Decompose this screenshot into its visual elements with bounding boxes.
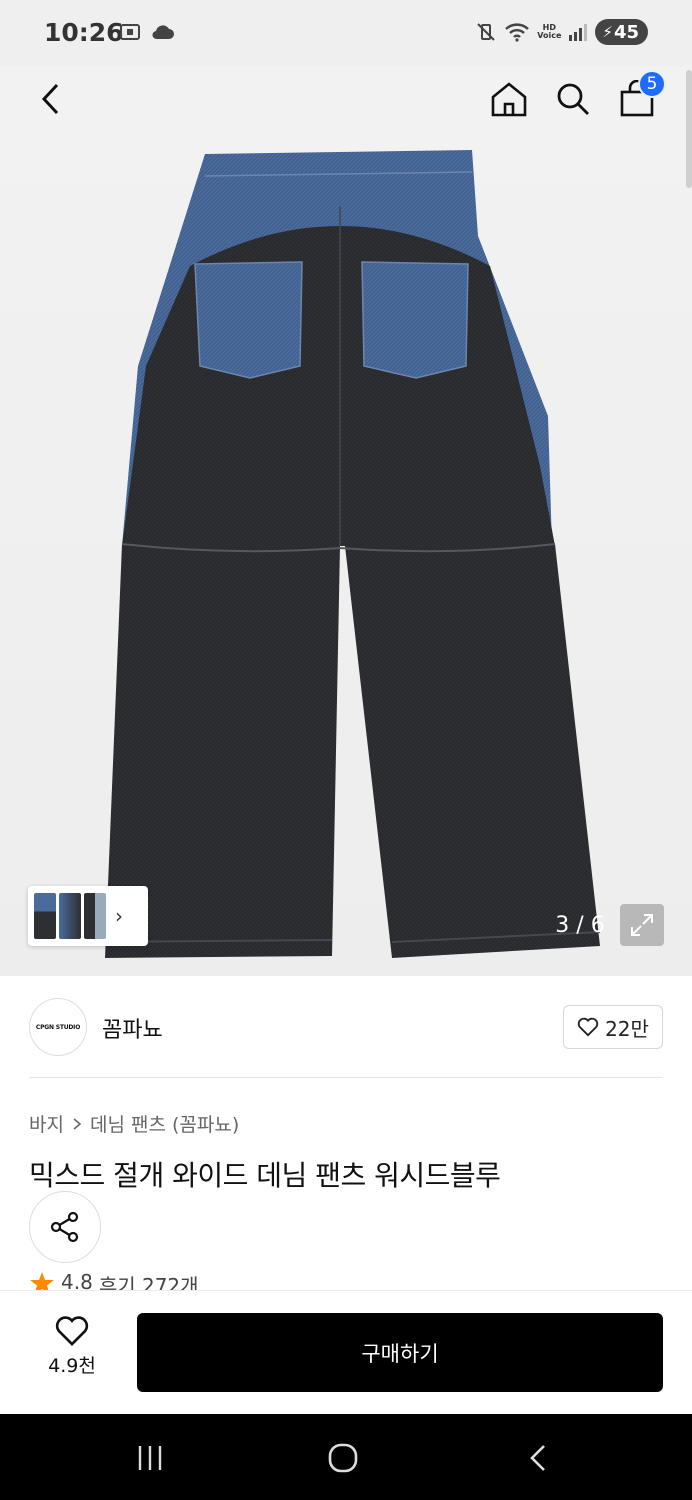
share-icon (50, 1211, 79, 1243)
rating-row[interactable]: 4.8 후기 272개 (29, 1270, 199, 1290)
brand-like-count: 22만 (605, 1016, 649, 1041)
back-system-button[interactable] (508, 1436, 568, 1480)
product-title: 믹스드 절개 와이드 데님 팬츠 워시드블루 (29, 1159, 501, 1192)
home-icon (491, 82, 527, 117)
thumbnail-strip-button[interactable]: › (28, 886, 148, 946)
cloud-icon (152, 25, 174, 40)
back-button[interactable] (26, 74, 76, 124)
home-system-button[interactable] (313, 1436, 373, 1480)
back-arrow-icon (530, 1445, 545, 1471)
search-icon (557, 83, 589, 115)
brand-logo-text: CPGN STUDIO (35, 1023, 81, 1031)
status-notification-icons (118, 20, 176, 44)
signal-icon (569, 24, 588, 41)
cart-button[interactable]: 5 (612, 70, 666, 124)
brand-like-button[interactable]: 22만 (563, 1005, 663, 1049)
thumbnail-1 (34, 893, 56, 939)
breadcrumb: 바지 데님 팬츠 (꼼파뇨) (29, 1110, 239, 1137)
review-count: 후기 272개 (98, 1274, 199, 1290)
brand-logo[interactable]: CPGN STUDIO (29, 998, 87, 1056)
chevron-right-icon (73, 1117, 82, 1130)
brand-row: CPGN STUDIO 꼼파뇨 22만 (0, 976, 692, 1078)
top-nav: 5 (0, 66, 692, 132)
star-icon (30, 1272, 54, 1290)
rating-value: 4.8 (61, 1270, 93, 1290)
expand-icon (631, 914, 653, 936)
image-page-counter: 3 / 6 (555, 912, 605, 938)
home-circle-icon (328, 1443, 358, 1473)
wishlist-count: 4.9천 (48, 1355, 96, 1377)
status-system-icons: HD Voice ⚡ 45 (475, 19, 648, 45)
recent-apps-button[interactable] (120, 1436, 180, 1480)
breadcrumb-category[interactable]: 바지 (29, 1110, 64, 1137)
divider (29, 1077, 663, 1078)
hd-voice-badge: HD Voice (537, 24, 561, 40)
expand-image-button[interactable] (620, 904, 664, 946)
brand-name[interactable]: 꼼파뇨 (102, 1012, 163, 1044)
chevron-left-icon (41, 83, 59, 115)
buy-button[interactable]: 구매하기 (137, 1313, 663, 1392)
status-time: 10:26 (44, 18, 124, 47)
home-button[interactable] (484, 74, 534, 124)
wifi-icon (505, 23, 530, 42)
heart-icon (577, 1017, 599, 1037)
voice-label: Voice (537, 31, 562, 40)
charging-icon: ⚡ (602, 23, 613, 41)
purchase-bar: 4.9천 구매하기 (0, 1290, 692, 1414)
share-button[interactable] (29, 1191, 101, 1263)
chevron-right-icon: › (115, 904, 123, 928)
search-button[interactable] (548, 74, 598, 124)
recent-apps-icon (138, 1446, 162, 1470)
vibrate-mute-icon (477, 23, 495, 41)
battery-indicator: ⚡ 45 (595, 19, 648, 45)
cart-count-badge: 5 (638, 70, 666, 98)
thumbnail-2 (59, 893, 81, 939)
jeans-photo (104, 150, 601, 958)
thumbnail-3 (84, 893, 106, 939)
product-image[interactable] (0, 66, 692, 976)
breadcrumb-subcategory[interactable]: 데님 팬츠 (꼼파뇨) (90, 1110, 239, 1137)
heart-icon (55, 1316, 89, 1346)
status-bar: 10:26 HD Voice ⚡ 45 (0, 0, 692, 66)
system-nav-bar (0, 1414, 692, 1500)
screenshot-icon (120, 24, 140, 40)
wishlist-button[interactable]: 4.9천 (30, 1315, 114, 1391)
battery-level: 45 (613, 21, 639, 43)
